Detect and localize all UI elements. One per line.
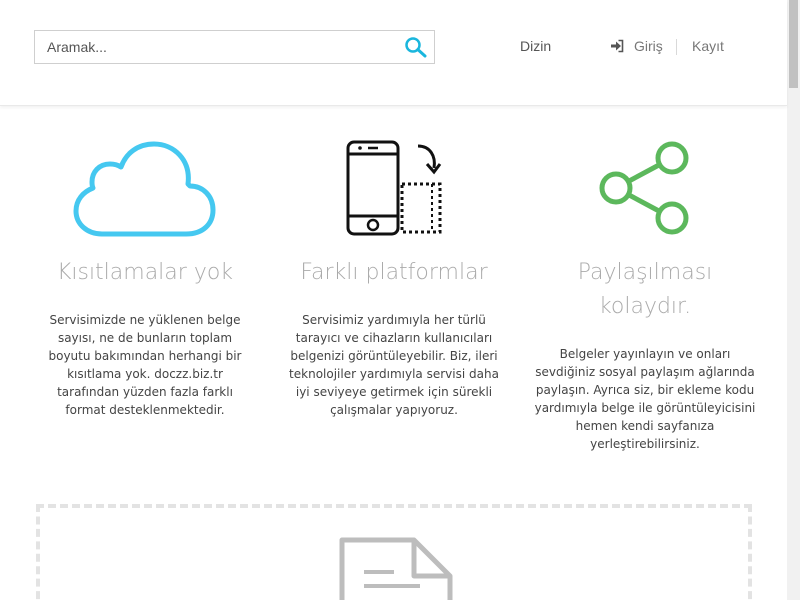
feature-title-1: Kısıtlamalar yok [56,260,234,285]
scrollbar-thumb[interactable] [789,0,798,88]
search-input[interactable] [35,31,395,63]
feature-text-2: Servisimiz yardımıyla her türlü tarayıcı… [289,313,499,417]
cloud-icon [73,141,216,237]
document-icon [339,537,453,600]
share-icon [599,141,689,235]
feature-title-2: Farklı platformlar [300,260,488,285]
nav-giris-link[interactable]: Giriş [610,38,663,54]
upload-dropzone[interactable] [36,504,752,600]
feature-title-3: Paylaşılması kolaydır. [577,260,713,319]
nav-kayit-link[interactable]: Kayıt [692,38,724,54]
feature-text-3: Belgeler yayınlayın ve onları sevdiğiniz… [534,347,756,451]
sign-in-icon [611,39,624,53]
nav-dizin-link[interactable]: Dizin [520,38,551,54]
search-box [34,30,435,64]
devices-icon [346,140,442,236]
nav-giris-label: Giriş [634,38,663,54]
nav-divider [676,39,677,55]
feature-text-1: Servisimizde ne yüklenen belge sayısı, n… [48,313,242,417]
search-icon [405,37,427,58]
scrollbar[interactable] [787,0,800,600]
search-button[interactable] [404,36,428,58]
header: Dizin Giriş Kayıt [0,0,787,106]
